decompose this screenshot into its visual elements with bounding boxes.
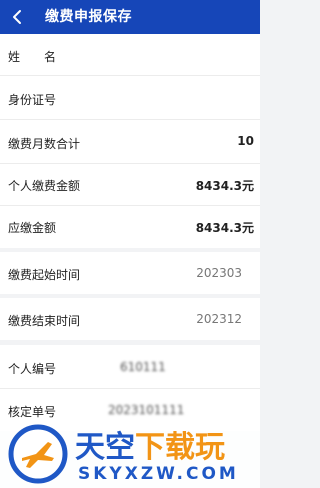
- back-arrow-icon[interactable]: [8, 8, 26, 26]
- personal-amount-label: 个人缴费金额: [8, 179, 81, 193]
- amount-due-value: 8434.3元: [195, 221, 254, 235]
- info-row-end-date: 缴费结束时间 202312: [0, 298, 260, 340]
- watermark-english-text: SKYXZW.COM: [78, 464, 239, 484]
- airplane-icon: [8, 424, 68, 484]
- info-row-amount-due: 应缴金额 8434.3元: [0, 206, 260, 248]
- id-number-label: 身份证号: [8, 93, 57, 107]
- approval-number-value: 2023101111: [108, 403, 185, 417]
- watermark: 天空下载玩 SKYXZW.COM: [0, 420, 260, 488]
- info-row-start-date: 缴费起始时间 202303: [0, 252, 260, 294]
- amount-due-label: 应缴金额: [8, 221, 57, 235]
- info-row-personal-amount: 个人缴费金额 8434.3元: [0, 164, 260, 206]
- page-title: 缴费申报保存: [45, 9, 132, 25]
- months-total-label: 缴费月数合计: [8, 137, 81, 151]
- end-date-value: 202312: [196, 312, 242, 326]
- info-row-months-total: 缴费月数合计 10: [0, 120, 260, 164]
- months-total-value: 10: [237, 134, 254, 148]
- start-date-value: 202303: [196, 266, 242, 280]
- personal-id-label: 个人编号: [8, 362, 57, 376]
- info-row-id-number: 身份证号: [0, 76, 260, 120]
- personal-id-value: 610111: [120, 360, 166, 374]
- watermark-chinese-text: 天空下载玩: [75, 430, 225, 465]
- approval-number-label: 核定单号: [8, 405, 57, 419]
- name-label: 姓 名: [8, 50, 57, 64]
- start-date-label: 缴费起始时间: [8, 268, 81, 282]
- nav-bar: 缴费申报保存: [0, 0, 260, 34]
- info-row-personal-id: 个人编号 610111: [0, 345, 260, 389]
- info-row-name: 姓 名: [0, 34, 260, 76]
- personal-amount-value: 8434.3元: [195, 179, 254, 193]
- end-date-label: 缴费结束时间: [8, 314, 81, 328]
